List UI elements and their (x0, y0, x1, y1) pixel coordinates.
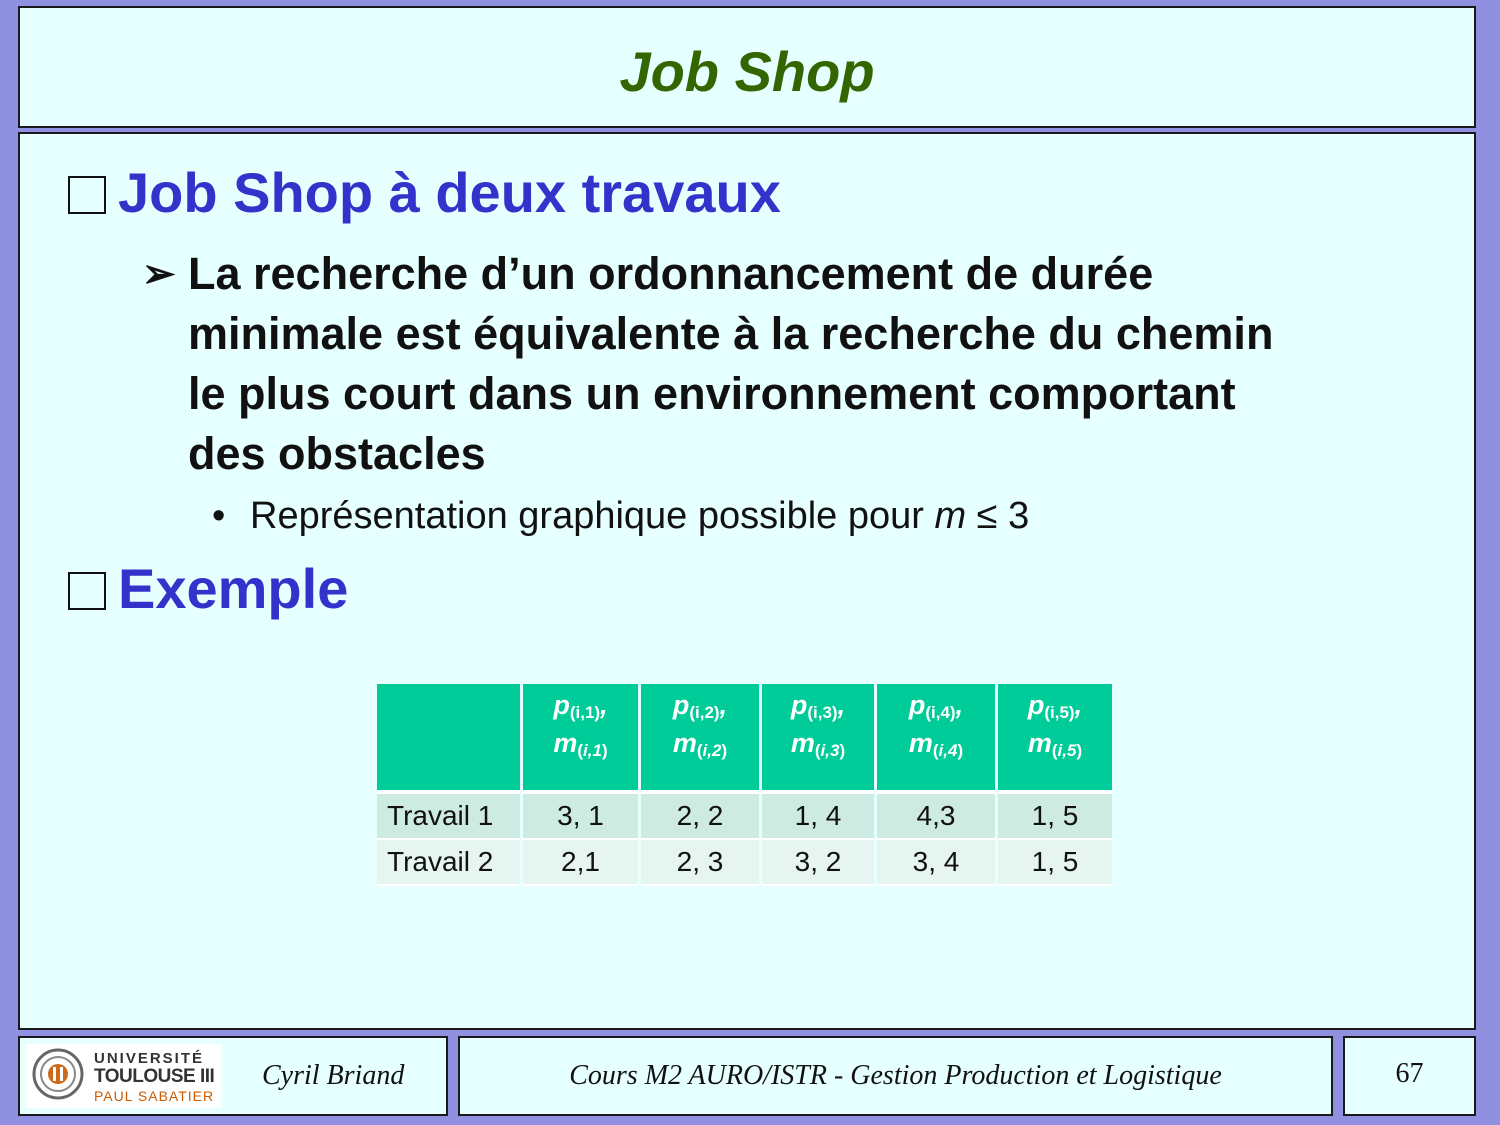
content-panel: Job Shop à deux travaux ➢ La recherche d… (18, 132, 1476, 1030)
title-panel: Job Shop (18, 6, 1476, 128)
heading-text: Job Shop à deux travaux (118, 161, 781, 224)
table-row: Travail 1 3, 1 2, 2 1, 4 4,3 1, 5 (377, 794, 1112, 840)
heading-job-shop-two-jobs: Job Shop à deux travaux (68, 162, 781, 224)
table-header-empty (377, 684, 520, 794)
footer-course-panel: Cours M2 AURO/ISTR - Gestion Production … (458, 1036, 1333, 1116)
arrow-bullet-text: La recherche d’un ordonnancement de duré… (188, 248, 1274, 479)
heading-text: Exemple (118, 557, 349, 620)
arrow-bullet-item: ➢ La recherche d’un ordonnancement de du… (142, 244, 1322, 484)
table-header-cell: p(i,3), m(i,3) (762, 684, 874, 794)
table-cell: 3, 1 (523, 794, 638, 840)
table-cell: 3, 2 (762, 840, 874, 886)
footer-author: Cyril Briand (262, 1060, 405, 1091)
square-bullet-icon (68, 572, 106, 610)
sub-bullet-prefix: Représentation graphique possible pour (250, 495, 935, 537)
page-number: 67 (1395, 1058, 1424, 1089)
table-cell: 1, 5 (998, 794, 1112, 840)
logo-line-2: TOULOUSE III (94, 1066, 215, 1087)
table-header-row: p(i,1), m(i,1) p(i,2), m(i,2) p(i,3), m(i,3… (377, 684, 1112, 794)
footer-page-panel: 67 (1343, 1036, 1476, 1116)
university-logo: UNIVERSITÉ TOULOUSE III PAUL SABATIER (26, 1044, 222, 1108)
sub-bullet-suffix: ≤ 3 (966, 495, 1030, 537)
table-header-cell: p(i,2), m(i,2) (641, 684, 759, 794)
table-row: Travail 2 2,1 2, 3 3, 2 3, 4 1, 5 (377, 840, 1112, 886)
row-label: Travail 1 (377, 794, 520, 840)
logo-line-1: UNIVERSITÉ (94, 1050, 205, 1067)
table-cell: 1, 5 (998, 840, 1112, 886)
table-cell: 2, 3 (641, 840, 759, 886)
footer-author-panel: UNIVERSITÉ TOULOUSE III PAUL SABATIER Cy… (18, 1036, 448, 1116)
square-bullet-icon (68, 176, 106, 214)
table-cell: 1, 4 (762, 794, 874, 840)
sub-bullet-variable: m (934, 495, 967, 537)
row-label: Travail 2 (377, 840, 520, 886)
table-header-cell: p(i,5), m(i,5) (998, 684, 1112, 794)
arrow-bullet-icon: ➢ (142, 252, 176, 296)
sub-bullet-item: • Représentation graphique possible pour … (212, 494, 1029, 538)
heading-example: Exemple (68, 558, 348, 620)
table-header-cell: p(i,4), m(i,4) (877, 684, 995, 794)
table-cell: 4,3 (877, 794, 995, 840)
table-cell: 3, 4 (877, 840, 995, 886)
footer-course: Cours M2 AURO/ISTR - Gestion Production … (569, 1060, 1222, 1091)
dot-bullet-icon: • (212, 495, 226, 537)
job-data-table: p(i,1), m(i,1) p(i,2), m(i,2) p(i,3), m(i,3… (374, 684, 1115, 886)
logo-line-3: PAUL SABATIER (94, 1088, 215, 1104)
table-cell: 2,1 (523, 840, 638, 886)
university-seal-icon (32, 1048, 84, 1100)
table-cell: 2, 2 (641, 794, 759, 840)
table-header-cell: p(i,1), m(i,1) (523, 684, 638, 794)
slide-title: Job Shop (619, 40, 875, 103)
